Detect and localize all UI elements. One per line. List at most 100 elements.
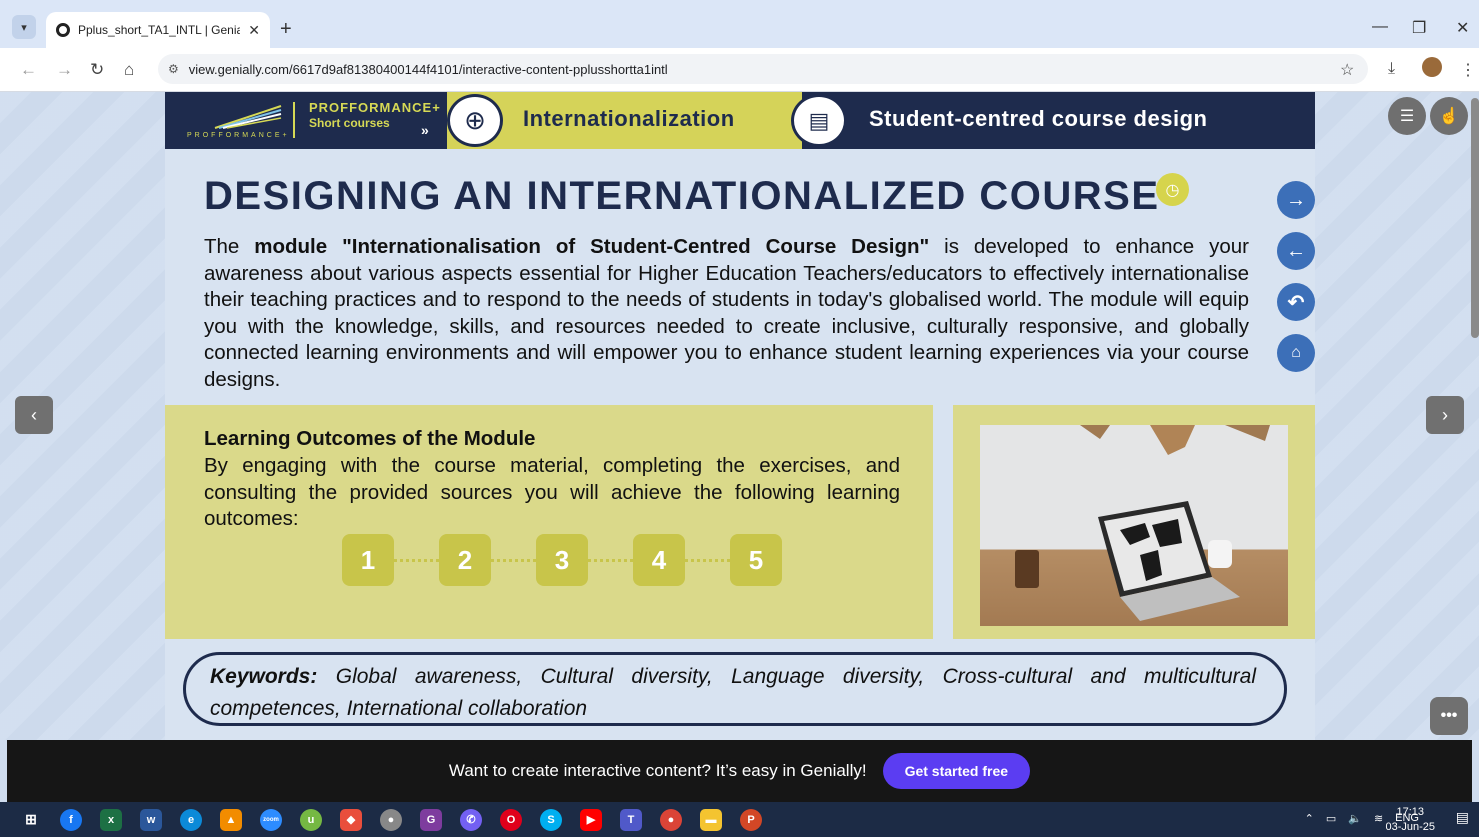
browser-chrome: ▾ Pplus_short_TA1_INTL | Genially ✕ + — … (0, 0, 1479, 92)
clock-icon[interactable]: ◷ (1156, 173, 1189, 206)
laptop-world-map-photo (980, 425, 1288, 626)
reload-icon[interactable]: ↻ (90, 60, 104, 80)
learning-outcomes-box: Learning Outcomes of the Module By engag… (165, 405, 933, 639)
vlc-icon[interactable]: ▲ (220, 808, 242, 831)
windows-taskbar: ⊞ f x w e ▲ zoom u ◆ ● G ✆ O S ▶ T ● ▬ P… (0, 802, 1479, 837)
undo-icon[interactable]: ↶ (1277, 283, 1315, 321)
genially-favicon-icon (56, 23, 70, 37)
restore-button[interactable]: ❐ (1412, 18, 1426, 38)
outcomes-text: By engaging with the course material, co… (204, 454, 900, 530)
genially-slide: PROFFORMANCE+ PROFFORMANCE+ Short course… (165, 92, 1315, 740)
zoom-icon[interactable]: zoom (260, 808, 282, 831)
browser-tab[interactable]: Pplus_short_TA1_INTL | Genially ✕ (46, 12, 270, 48)
page-viewport: PROFFORMANCE+ PROFFORMANCE+ Short course… (0, 92, 1479, 740)
logo-swoosh-icon (214, 105, 282, 129)
new-tab-button[interactable]: + (280, 18, 292, 41)
utorrent-icon[interactable]: u (300, 808, 322, 831)
tab-search-button[interactable]: ▾ (12, 15, 36, 39)
browser-menu-icon[interactable]: ⋮ (1460, 60, 1476, 80)
header-divider (293, 102, 295, 138)
app-icon[interactable]: ● (380, 808, 402, 831)
topic-student-centred: Student-centred course design (869, 106, 1208, 131)
tab-close-button[interactable]: ✕ (248, 22, 260, 39)
page-scrollbar[interactable] (1471, 98, 1479, 338)
volume-icon[interactable]: 🔈 (1348, 812, 1362, 825)
touch-icon[interactable]: ☝ (1430, 97, 1468, 135)
windows-start-icon[interactable]: ⊞ (20, 809, 42, 831)
outcome-button-3[interactable]: 3 (536, 534, 588, 586)
skype-icon[interactable]: S (540, 808, 562, 831)
outcome-button-1[interactable]: 1 (342, 534, 394, 586)
forward-icon[interactable]: → (56, 60, 73, 80)
address-bar-row: ← → ↻ ⌂ ⚙ view.genially.com/6617d9af8138… (0, 48, 1479, 92)
chevron-right-icon: » (421, 122, 429, 138)
dotted-connector (685, 558, 730, 562)
intro-module-name: module "Internationalisation of Student-… (254, 235, 930, 258)
photo-illustration (1015, 425, 1270, 621)
profile-avatar[interactable] (1422, 57, 1442, 77)
dotted-connector (394, 558, 439, 562)
dotted-connector (588, 558, 633, 562)
site-info-icon[interactable]: ⚙ (168, 62, 179, 76)
window-close-button[interactable]: ✕ (1456, 18, 1469, 38)
intro-post: is developed to enhance your awareness a… (204, 235, 1249, 391)
bookmark-star-icon[interactable]: ☆ (1340, 60, 1354, 80)
excel-icon[interactable]: x (100, 808, 122, 831)
viber-icon[interactable]: ✆ (460, 808, 482, 831)
keywords-box: Keywords: Global awareness, Cultural div… (183, 652, 1287, 726)
prev-slide-button[interactable]: ‹ (15, 396, 53, 434)
keywords-label: Keywords: (210, 665, 318, 688)
globe-icon: ⊕ (447, 94, 503, 147)
topic-internationalization: Internationalization (523, 106, 735, 131)
program-subtitle: Short courses (309, 116, 390, 130)
page-title: DESIGNING AN INTERNATIONALIZED COURSE (204, 174, 1160, 218)
outcome-button-2[interactable]: 2 (439, 534, 491, 586)
wifi-icon[interactable]: ≋ (1374, 812, 1383, 825)
clock-date: 03-Jun-25 (1385, 821, 1435, 833)
book-icon: ▤ (791, 94, 847, 147)
minimize-button[interactable]: — (1372, 18, 1388, 36)
outcome-button-4[interactable]: 4 (633, 534, 685, 586)
intro-paragraph: The module "Internationalisation of Stud… (204, 234, 1249, 393)
program-title: PROFFORMANCE+ (309, 100, 441, 115)
next-arrow-button[interactable]: → (1277, 181, 1315, 219)
opera-icon[interactable]: O (500, 808, 522, 831)
url-field[interactable]: ⚙ view.genially.com/6617d9af81380400144f… (158, 54, 1368, 84)
home-nav-icon[interactable]: ⌂ (1277, 334, 1315, 372)
checklist-icon[interactable]: ☰ (1388, 97, 1426, 135)
edge-icon[interactable]: e (180, 808, 202, 831)
facebook-icon[interactable]: f (60, 808, 82, 831)
slide-header: PROFFORMANCE+ PROFFORMANCE+ Short course… (165, 92, 1315, 149)
keywords-text: Keywords: Global awareness, Cultural div… (210, 661, 1256, 725)
intro-pre: The (204, 235, 255, 258)
back-icon[interactable]: ← (20, 60, 37, 80)
chrome-icon[interactable]: ● (660, 808, 682, 831)
chevron-up-icon[interactable]: ⌃ (1305, 812, 1314, 825)
outcomes-heading: Learning Outcomes of the Module (204, 427, 536, 450)
image-panel (953, 405, 1315, 639)
url-text: view.genially.com/6617d9af81380400144f41… (188, 61, 668, 77)
youtube-icon[interactable]: ▶ (580, 808, 602, 831)
tab-bar: ▾ Pplus_short_TA1_INTL | Genially ✕ + — … (0, 8, 1479, 48)
notification-icon[interactable]: ▤ (1456, 809, 1469, 826)
back-arrow-button[interactable]: ← (1277, 232, 1315, 270)
file-explorer-icon[interactable]: ▬ (700, 808, 722, 831)
anydesk-icon[interactable]: ◆ (340, 808, 362, 831)
get-started-button[interactable]: Get started free (882, 753, 1031, 789)
download-icon[interactable]: ⤓ (1388, 60, 1395, 78)
outcome-steps: 1 2 3 4 5 (342, 534, 782, 586)
home-icon[interactable]: ⌂ (124, 60, 134, 80)
next-slide-button[interactable]: › (1426, 396, 1464, 434)
dotted-connector (491, 558, 536, 562)
clock-time: 17:13 (1396, 806, 1424, 818)
word-icon[interactable]: w (140, 808, 162, 831)
teams-icon[interactable]: T (620, 808, 642, 831)
powerpoint-icon[interactable]: P (740, 808, 762, 831)
keywords-list: Global awareness, Cultural diversity, La… (210, 665, 1256, 720)
system-clock[interactable]: 17:13 03-Jun-25 (1385, 805, 1435, 835)
promo-text: Want to create interactive content? It’s… (448, 761, 867, 780)
outcome-button-5[interactable]: 5 (730, 534, 782, 586)
more-options-button[interactable]: ••• (1430, 697, 1468, 735)
battery-icon[interactable]: ▭ (1326, 812, 1336, 825)
pdf-app-icon[interactable]: G (420, 808, 442, 831)
